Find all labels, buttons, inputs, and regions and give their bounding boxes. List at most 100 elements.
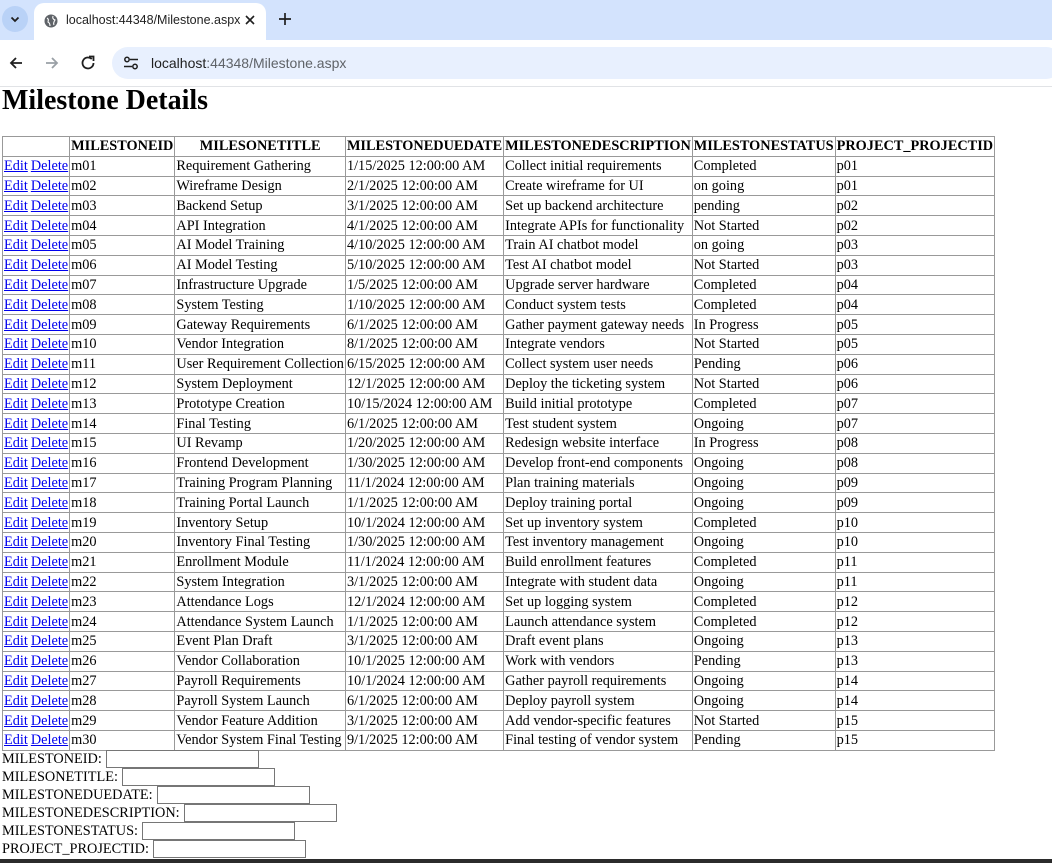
- edit-link[interactable]: Edit: [4, 435, 28, 451]
- delete-link[interactable]: Delete: [31, 673, 68, 689]
- edit-link[interactable]: Edit: [4, 732, 28, 748]
- delete-link[interactable]: Delete: [31, 614, 68, 630]
- forward-arrow-icon[interactable]: [42, 53, 62, 73]
- delete-link[interactable]: Delete: [31, 653, 68, 669]
- delete-link[interactable]: Delete: [31, 594, 68, 610]
- edit-link[interactable]: Edit: [4, 237, 28, 253]
- table-row: Edit Delete m06 AI Model Testing 5/10/2025 1…: [1, 254, 996, 276]
- form-input-description[interactable]: [183, 804, 337, 822]
- delete-link[interactable]: Delete: [31, 455, 68, 471]
- back-arrow-icon[interactable]: [6, 53, 26, 73]
- delete-link[interactable]: Delete: [31, 198, 68, 214]
- edit-link[interactable]: Edit: [4, 396, 28, 412]
- delete-link[interactable]: Delete: [31, 515, 68, 531]
- reload-icon[interactable]: [78, 53, 98, 73]
- edit-link[interactable]: Edit: [4, 713, 28, 729]
- cell-milestoneid: m09: [69, 314, 176, 335]
- edit-link[interactable]: Edit: [4, 158, 28, 174]
- edit-link[interactable]: Edit: [4, 455, 28, 471]
- edit-link[interactable]: Edit: [4, 693, 28, 709]
- edit-link[interactable]: Edit: [4, 574, 28, 590]
- edit-link[interactable]: Edit: [4, 534, 28, 550]
- browser-tab-active[interactable]: localhost:44348/Milestone.aspx: [34, 3, 266, 40]
- delete-link[interactable]: Delete: [31, 158, 68, 174]
- delete-link[interactable]: Delete: [31, 574, 68, 590]
- edit-link[interactable]: Edit: [4, 297, 28, 313]
- delete-link[interactable]: Delete: [31, 534, 68, 550]
- cell-milestonetitle: Wireframe Design: [174, 175, 346, 197]
- page-title: Milestone Details: [2, 85, 209, 116]
- delete-link[interactable]: Delete: [31, 257, 68, 273]
- cell-milestoneid: m26: [69, 650, 176, 672]
- edit-link[interactable]: Edit: [4, 317, 28, 333]
- edit-link[interactable]: Edit: [4, 277, 28, 293]
- delete-link[interactable]: Delete: [31, 277, 68, 293]
- address-bar[interactable]: localhost:44348/Milestone.aspx: [112, 47, 1052, 79]
- table-row: Edit Delete m14 Final Testing 6/1/2025 12:00…: [1, 413, 996, 434]
- site-settings-icon[interactable]: [122, 54, 140, 72]
- cell-milestonetitle: System Deployment: [174, 373, 346, 395]
- cell-projectid: p06: [834, 353, 996, 375]
- cell-status: Completed: [691, 393, 836, 415]
- edit-link[interactable]: Edit: [4, 633, 28, 649]
- edit-link[interactable]: Edit: [4, 376, 28, 392]
- edit-link[interactable]: Edit: [4, 653, 28, 669]
- edit-link[interactable]: Edit: [4, 594, 28, 610]
- row-actions: Edit Delete: [1, 294, 71, 316]
- cell-status: Completed: [691, 611, 836, 632]
- delete-link[interactable]: Delete: [31, 713, 68, 729]
- edit-link[interactable]: Edit: [4, 614, 28, 630]
- delete-link[interactable]: Delete: [31, 376, 68, 392]
- browser-toolbar: localhost:44348/Milestone.aspx: [0, 40, 1052, 87]
- table-row: Edit Delete m11 User Requirement Collection…: [1, 353, 996, 375]
- form-input-milestoneid[interactable]: [105, 750, 259, 768]
- delete-link[interactable]: Delete: [31, 237, 68, 253]
- edit-link[interactable]: Edit: [4, 198, 28, 214]
- plus-icon[interactable]: [276, 10, 294, 28]
- edit-link[interactable]: Edit: [4, 515, 28, 531]
- cell-milestoneid: m03: [69, 195, 176, 217]
- delete-link[interactable]: Delete: [31, 732, 68, 748]
- delete-link[interactable]: Delete: [31, 218, 68, 234]
- delete-link[interactable]: Delete: [31, 356, 68, 372]
- edit-link[interactable]: Edit: [4, 554, 28, 570]
- edit-link[interactable]: Edit: [4, 475, 28, 491]
- cell-description: Redesign website interface: [503, 432, 693, 454]
- delete-link[interactable]: Delete: [31, 633, 68, 649]
- close-icon[interactable]: [242, 12, 258, 28]
- edit-link[interactable]: Edit: [4, 673, 28, 689]
- delete-link[interactable]: Delete: [31, 435, 68, 451]
- form-input-projectid[interactable]: [152, 840, 306, 858]
- edit-link[interactable]: Edit: [4, 178, 28, 194]
- edit-link[interactable]: Edit: [4, 218, 28, 234]
- delete-link[interactable]: Delete: [31, 396, 68, 412]
- edit-link[interactable]: Edit: [4, 336, 28, 352]
- cell-milestonetitle: Event Plan Draft: [174, 630, 346, 652]
- edit-link[interactable]: Edit: [4, 257, 28, 273]
- delete-link[interactable]: Delete: [31, 416, 68, 432]
- edit-link[interactable]: Edit: [4, 495, 28, 511]
- delete-link[interactable]: Delete: [31, 317, 68, 333]
- form-input-milestonetitle[interactable]: [121, 768, 275, 786]
- row-actions: Edit Delete: [1, 531, 71, 553]
- delete-link[interactable]: Delete: [31, 178, 68, 194]
- cell-milestoneid: m12: [69, 373, 176, 395]
- form-label: PROJECT_PROJECTID:: [2, 841, 149, 857]
- delete-link[interactable]: Delete: [31, 693, 68, 709]
- edit-link[interactable]: Edit: [4, 416, 28, 432]
- cell-description: Test student system: [503, 413, 693, 434]
- delete-link[interactable]: Delete: [31, 475, 68, 491]
- tab-search-button[interactable]: [2, 6, 28, 32]
- delete-link[interactable]: Delete: [31, 554, 68, 570]
- delete-link[interactable]: Delete: [31, 495, 68, 511]
- edit-link[interactable]: Edit: [4, 356, 28, 372]
- form-input-duedate[interactable]: [156, 786, 310, 804]
- cell-projectid: p03: [834, 254, 996, 276]
- cell-milestoneid: m24: [69, 611, 176, 632]
- delete-link[interactable]: Delete: [31, 297, 68, 313]
- delete-link[interactable]: Delete: [31, 336, 68, 352]
- form-input-status[interactable]: [142, 822, 296, 840]
- cell-duedate: 3/1/2025 12:00:00 AM: [344, 630, 505, 652]
- column-header-actions: [1, 136, 71, 157]
- cell-description: Integrate vendors: [503, 333, 693, 355]
